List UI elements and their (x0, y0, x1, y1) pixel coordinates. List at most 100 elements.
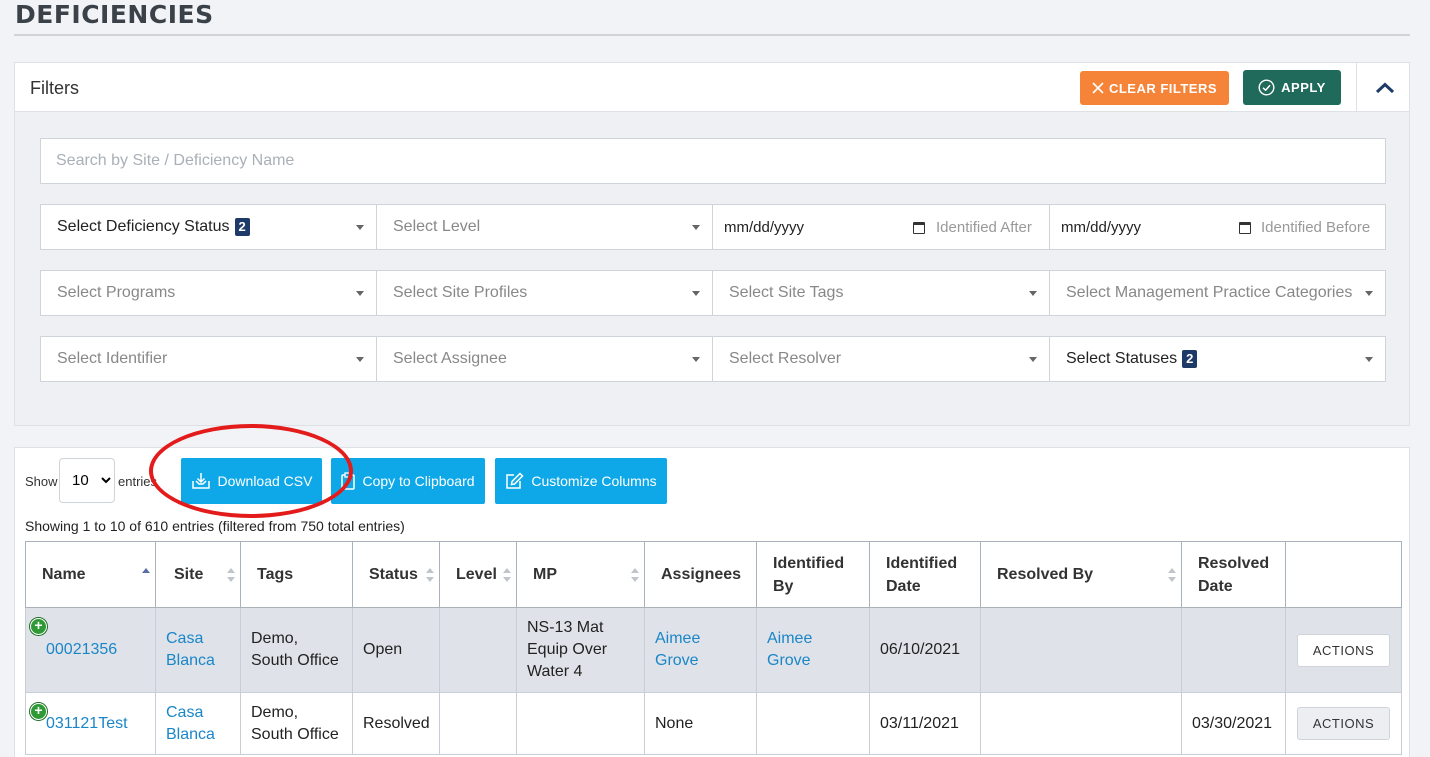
assignee-label: Select Assignee (393, 350, 507, 367)
search-input[interactable] (40, 138, 1386, 184)
close-icon (1092, 82, 1104, 94)
customize-columns-label: Customize Columns (531, 473, 657, 489)
header-label: Resolved By (997, 566, 1094, 583)
sort-icon (1168, 568, 1176, 582)
cell-actions: ACTIONS (1285, 692, 1402, 755)
assignee-select[interactable]: Select Assignee (376, 336, 713, 382)
entries-per-page-select[interactable]: 102550100 (59, 458, 115, 503)
deficiency-name-link[interactable]: 00021356 (46, 641, 117, 658)
caret-down-icon (356, 291, 364, 296)
deficiency-status-label: Select Deficiency Status (57, 218, 230, 235)
resolver-select[interactable]: Select Resolver (712, 336, 1050, 382)
header-label: Tags (257, 566, 294, 583)
assignee-link[interactable]: Aimee Grove (655, 630, 700, 669)
show-label: Show (25, 474, 58, 489)
expand-row-plus-icon[interactable]: + (30, 618, 47, 635)
identifier-label: Select Identifier (57, 350, 168, 367)
cell-assignees: Aimee Grove (644, 607, 757, 693)
site-tags-select[interactable]: Select Site Tags (712, 270, 1050, 316)
statuses-count-badge: 2 (1182, 350, 1198, 368)
sort-icon (227, 568, 235, 582)
download-csv-button[interactable]: Download CSV (181, 458, 322, 504)
site-link[interactable]: Casa Blanca (166, 630, 215, 669)
caret-down-icon (356, 357, 364, 362)
column-header-name[interactable]: Name (25, 541, 156, 608)
filters-header: Filters CLEAR FILTERS APPLY (15, 63, 1409, 112)
mp-categories-select[interactable]: Select Management Practice Categories (1049, 270, 1386, 316)
column-header-resolved-by[interactable]: Resolved By (980, 541, 1182, 608)
site-tags-label: Select Site Tags (729, 284, 844, 301)
cell-identified-by (756, 692, 870, 755)
identified-after-date-input[interactable]: mm/dd/yyyy Identified After (712, 204, 1050, 250)
cell-resolved-date: 03/30/2021 (1181, 692, 1286, 755)
cell-site: Casa Blanca (155, 607, 241, 693)
actions-button[interactable]: ACTIONS (1297, 633, 1390, 667)
table-row: + 00021356 Casa Blanca Demo, South Offic… (25, 607, 1402, 693)
column-header-identified-date: Identified Date (869, 541, 981, 608)
level-label: Select Level (393, 218, 481, 235)
apply-button[interactable]: APPLY (1243, 70, 1341, 105)
identified-before-date-input[interactable]: mm/dd/yyyy Identified Before (1049, 204, 1386, 250)
cell-status: Open (352, 607, 440, 693)
cell-mp (516, 692, 645, 755)
column-header-actions (1285, 541, 1402, 608)
column-header-status[interactable]: Status (352, 541, 440, 608)
column-header-level[interactable]: Level (439, 541, 517, 608)
caret-down-icon (1029, 357, 1037, 362)
cell-resolved-by (980, 692, 1182, 755)
cell-resolved-by (980, 607, 1182, 693)
resolver-label: Select Resolver (729, 350, 842, 367)
collapse-filters-button[interactable] (1370, 75, 1400, 101)
statuses-label: Select Statuses (1066, 350, 1178, 367)
caret-down-icon (1365, 291, 1373, 296)
clipboard-icon (341, 472, 356, 490)
deficiency-status-select[interactable]: Select Deficiency Status 2 (40, 204, 377, 250)
cell-resolved-date (1181, 607, 1286, 693)
cell-assignees: None (644, 692, 757, 755)
cell-mp: NS-13 Mat Equip Over Water 4 (516, 607, 645, 693)
calendar-icon[interactable] (913, 222, 925, 234)
deficiency-name-link[interactable]: 031121Test (46, 715, 128, 732)
deficiency-status-count-badge: 2 (234, 218, 250, 236)
cell-actions: ACTIONS (1285, 607, 1402, 693)
header-label: Identified Date (886, 554, 958, 595)
site-profiles-select[interactable]: Select Site Profiles (376, 270, 713, 316)
header-label: Identified By (773, 554, 845, 595)
caret-down-icon (356, 225, 364, 230)
customize-columns-button[interactable]: Customize Columns (495, 458, 667, 504)
caret-down-icon (692, 291, 700, 296)
clear-filters-button[interactable]: CLEAR FILTERS (1080, 71, 1229, 105)
header-label: Name (42, 566, 86, 583)
table-row: + 031121Test Casa Blanca Demo, South Off… (25, 692, 1402, 755)
caret-down-icon (692, 225, 700, 230)
filters-panel: Filters CLEAR FILTERS APPLY Select Defic… (14, 62, 1410, 426)
programs-label: Select Programs (57, 284, 176, 301)
column-header-mp[interactable]: MP (516, 541, 645, 608)
mp-categories-label: Select Management Practice Categories (1066, 284, 1353, 301)
expand-row-plus-icon[interactable]: + (30, 703, 47, 720)
identifier-select[interactable]: Select Identifier (40, 336, 377, 382)
caret-down-icon (692, 357, 700, 362)
programs-select[interactable]: Select Programs (40, 270, 377, 316)
cell-level (439, 692, 517, 755)
site-profiles-label: Select Site Profiles (393, 284, 528, 301)
title-divider (14, 34, 1410, 36)
column-header-site[interactable]: Site (155, 541, 241, 608)
caret-down-icon (1029, 291, 1037, 296)
actions-button[interactable]: ACTIONS (1297, 707, 1390, 740)
identified-by-link[interactable]: Aimee Grove (767, 630, 812, 669)
statuses-select[interactable]: Select Statuses 2 (1049, 336, 1386, 382)
identified-before-label: Identified Before (1261, 219, 1371, 236)
clear-filters-label: CLEAR FILTERS (1108, 80, 1218, 96)
table-panel: Show 102550100 entries Download CSV Copy… (14, 424, 1410, 757)
sort-icon (503, 568, 511, 582)
site-link[interactable]: Casa Blanca (166, 704, 215, 743)
caret-down-icon (1365, 357, 1373, 362)
cell-identified-date: 03/11/2021 (869, 692, 981, 755)
calendar-icon[interactable] (1239, 222, 1251, 234)
level-select[interactable]: Select Level (376, 204, 713, 250)
column-header-identified-by: Identified By (756, 541, 870, 608)
copy-to-clipboard-button[interactable]: Copy to Clipboard (331, 458, 485, 504)
date-after-placeholder: mm/dd/yyyy (724, 218, 805, 236)
entries-label: entries (118, 474, 158, 489)
